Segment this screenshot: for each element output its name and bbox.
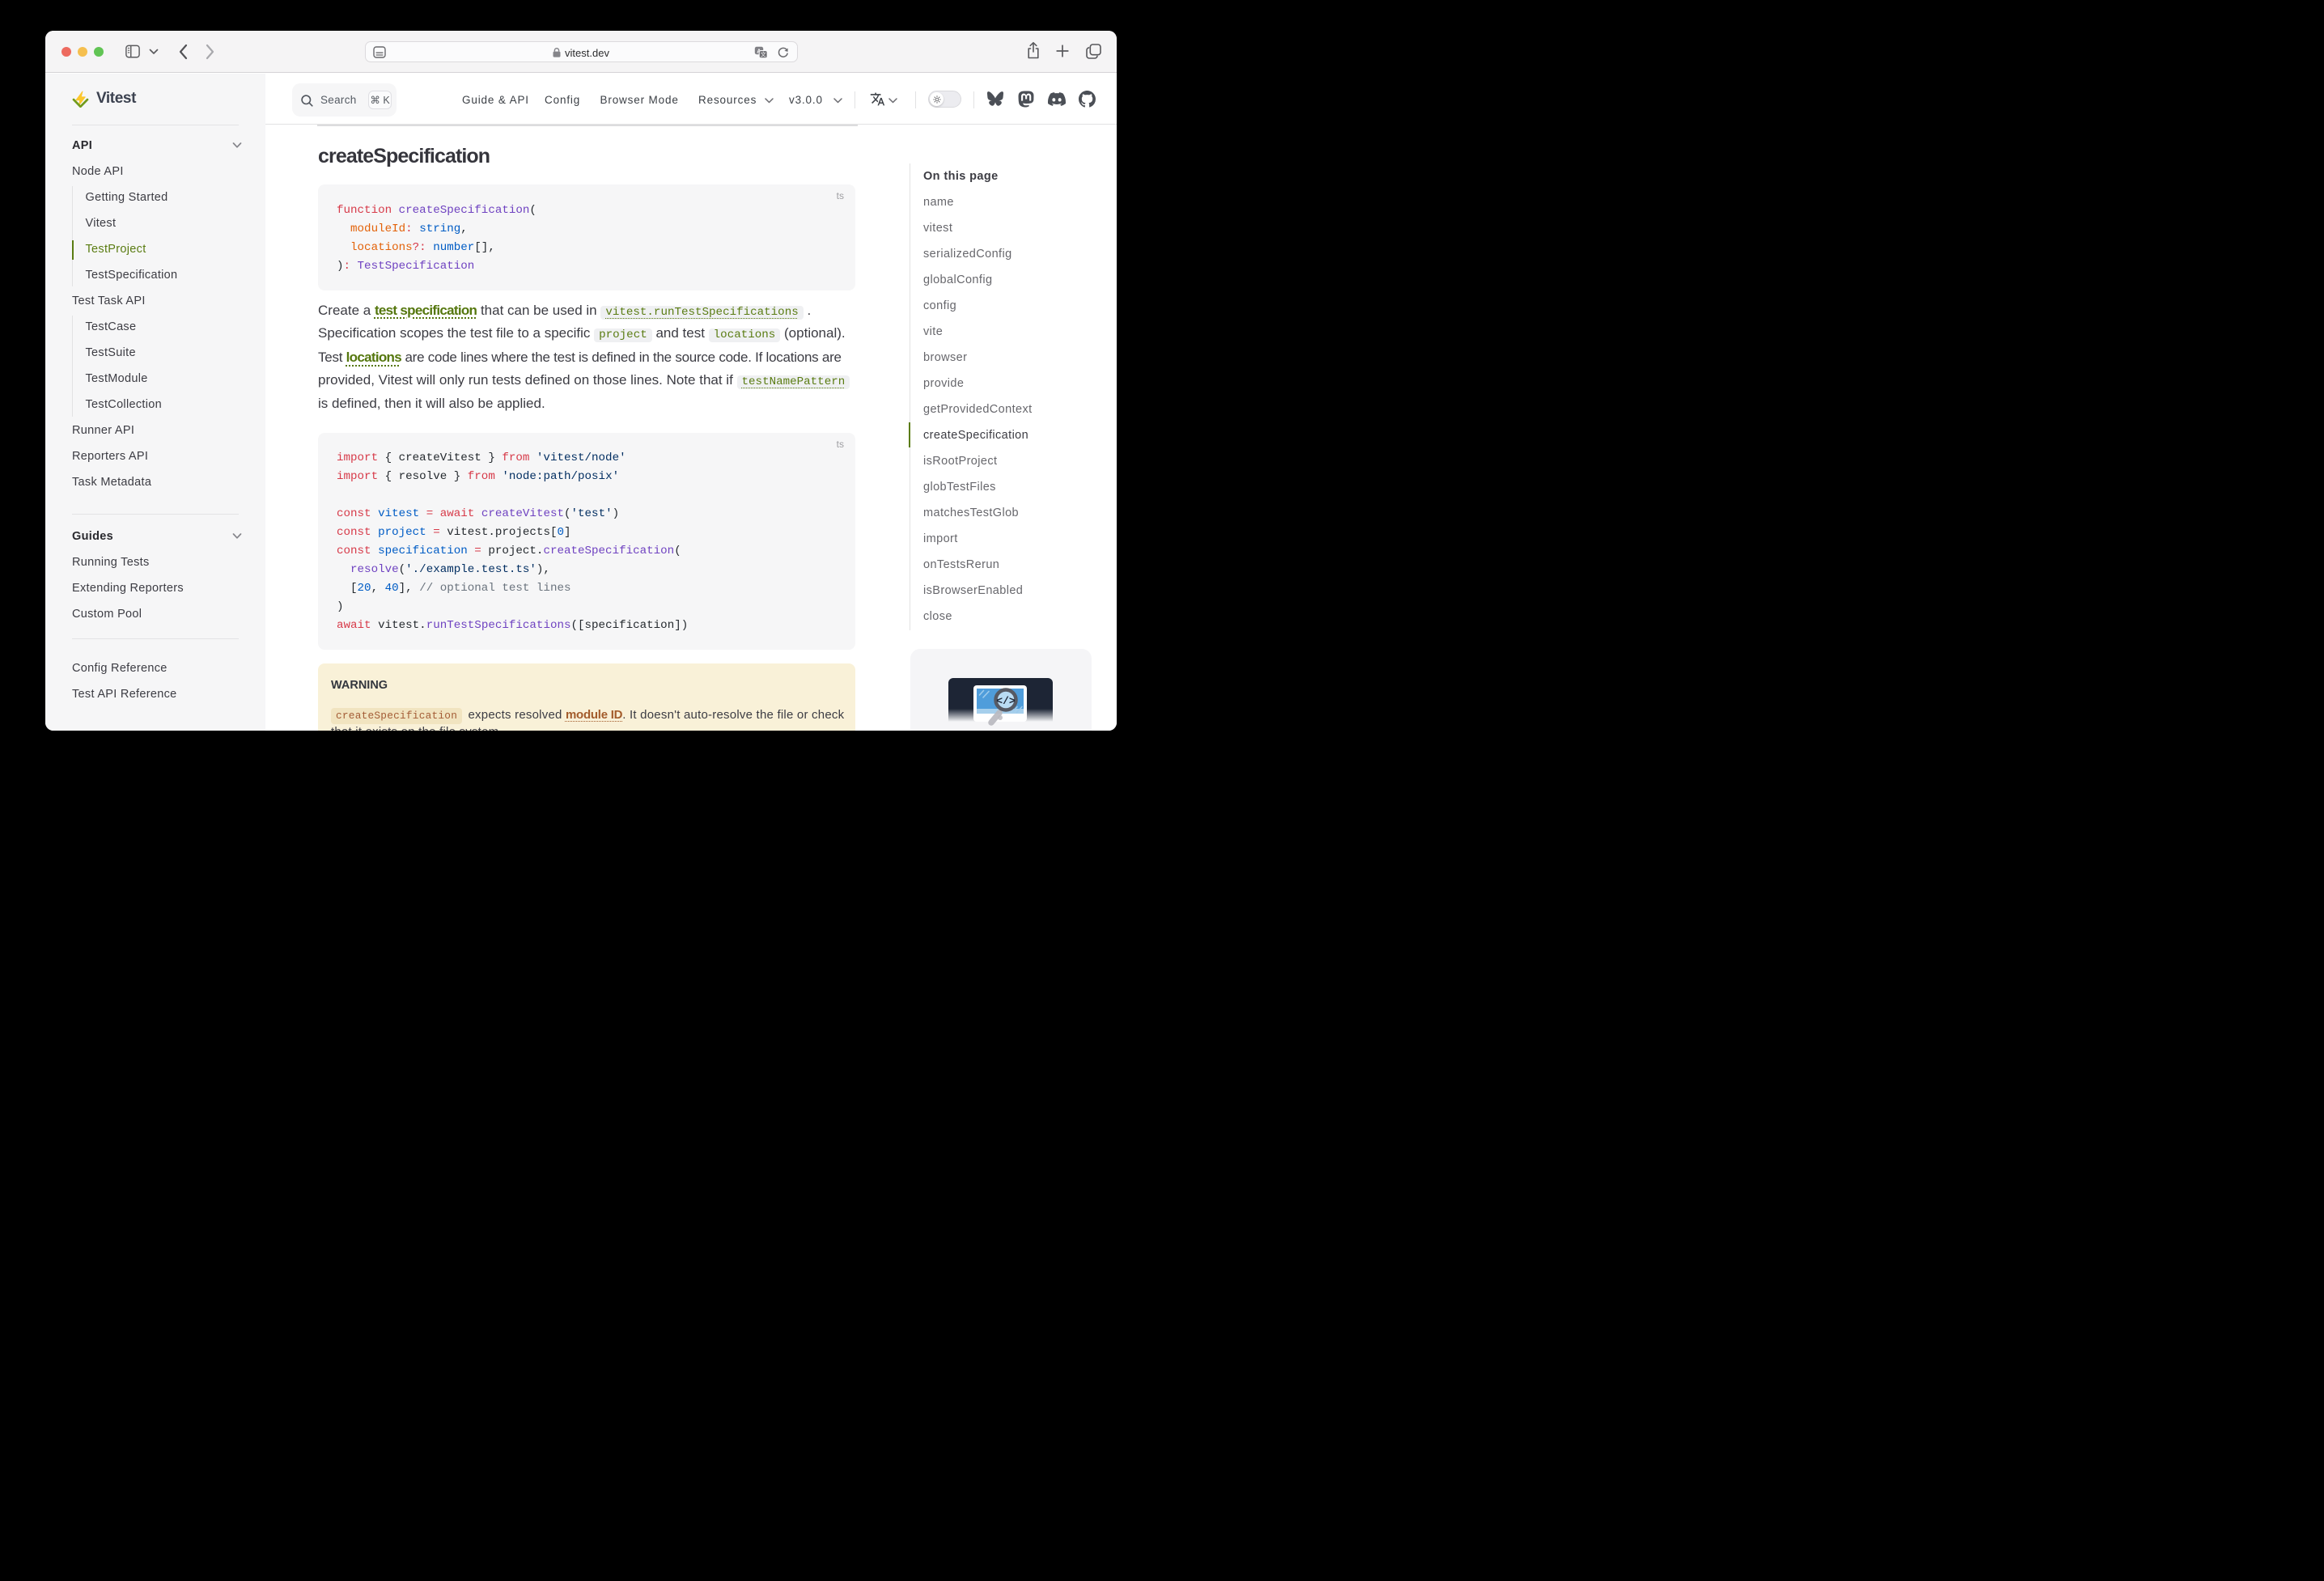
svg-text:文: 文 bbox=[760, 50, 765, 57]
svg-text:</>: </> bbox=[996, 695, 1016, 707]
